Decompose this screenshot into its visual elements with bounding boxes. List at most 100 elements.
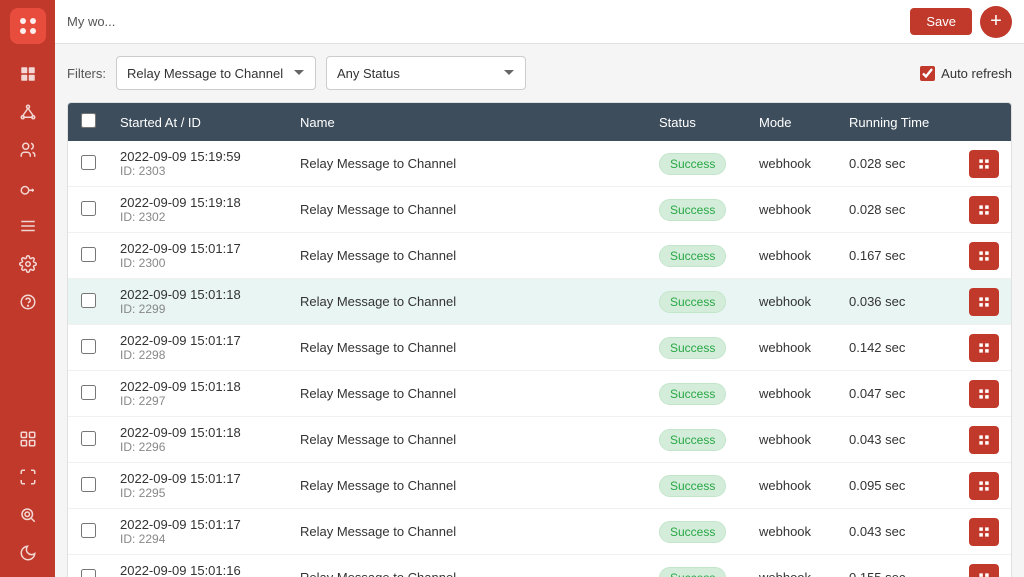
row-checkbox-cell[interactable] xyxy=(68,187,108,233)
row-action xyxy=(957,463,1011,509)
list-icon[interactable] xyxy=(12,210,44,242)
view-button[interactable] xyxy=(969,564,999,577)
row-started-at: 2022-09-09 15:01:17 ID: 2298 xyxy=(108,325,288,371)
table-row: 2022-09-09 15:01:17 ID: 2294 Relay Messa… xyxy=(68,509,1011,555)
grid-bottom-icon[interactable] xyxy=(12,423,44,455)
users-icon[interactable] xyxy=(12,134,44,166)
select-all-checkbox[interactable] xyxy=(81,113,96,128)
fullscreen-icon[interactable] xyxy=(12,461,44,493)
row-id: ID: 2296 xyxy=(120,440,276,454)
header-started-at: Started At / ID xyxy=(108,103,288,141)
row-action xyxy=(957,233,1011,279)
row-started-at: 2022-09-09 15:01:17 ID: 2294 xyxy=(108,509,288,555)
row-date: 2022-09-09 15:01:17 xyxy=(120,241,276,256)
row-status: Success xyxy=(647,417,747,463)
row-checkbox[interactable] xyxy=(81,569,96,577)
row-date: 2022-09-09 15:01:16 xyxy=(120,563,276,577)
row-status: Success xyxy=(647,279,747,325)
table-row: 2022-09-09 15:01:18 ID: 2299 Relay Messa… xyxy=(68,279,1011,325)
header-checkbox xyxy=(68,103,108,141)
view-button[interactable] xyxy=(969,288,999,316)
row-runtime: 0.167 sec xyxy=(837,233,957,279)
view-button[interactable] xyxy=(969,518,999,546)
view-button[interactable] xyxy=(969,472,999,500)
status-badge: Success xyxy=(659,475,726,497)
row-id: ID: 2303 xyxy=(120,164,276,178)
status-badge: Success xyxy=(659,245,726,267)
row-action xyxy=(957,325,1011,371)
row-checkbox[interactable] xyxy=(81,385,96,400)
row-checkbox[interactable] xyxy=(81,201,96,216)
row-started-at: 2022-09-09 15:01:18 ID: 2297 xyxy=(108,371,288,417)
status-badge: Success xyxy=(659,199,726,221)
row-checkbox-cell[interactable] xyxy=(68,417,108,463)
row-checkbox[interactable] xyxy=(81,477,96,492)
row-checkbox[interactable] xyxy=(81,247,96,262)
row-mode: webhook xyxy=(747,279,837,325)
view-button[interactable] xyxy=(969,150,999,178)
topbar: My wo... Save + xyxy=(55,0,1024,44)
row-status: Success xyxy=(647,187,747,233)
row-id: ID: 2300 xyxy=(120,256,276,270)
row-checkbox-cell[interactable] xyxy=(68,325,108,371)
row-checkbox-cell[interactable] xyxy=(68,141,108,187)
row-runtime: 0.155 sec xyxy=(837,555,957,577)
row-checkbox[interactable] xyxy=(81,293,96,308)
row-checkbox[interactable] xyxy=(81,339,96,354)
status-badge: Success xyxy=(659,291,726,313)
row-status: Success xyxy=(647,371,747,417)
view-button[interactable] xyxy=(969,380,999,408)
network-icon[interactable] xyxy=(12,96,44,128)
row-mode: webhook xyxy=(747,187,837,233)
settings-icon[interactable] xyxy=(12,248,44,280)
row-runtime: 0.043 sec xyxy=(837,417,957,463)
moon-icon[interactable] xyxy=(12,537,44,569)
row-checkbox-cell[interactable] xyxy=(68,509,108,555)
row-name: Relay Message to Channel xyxy=(288,325,647,371)
row-mode: webhook xyxy=(747,463,837,509)
row-checkbox-cell[interactable] xyxy=(68,233,108,279)
table-header-row: Started At / ID Name Status Mode Running… xyxy=(68,103,1011,141)
row-checkbox-cell[interactable] xyxy=(68,279,108,325)
row-mode: webhook xyxy=(747,325,837,371)
row-checkbox[interactable] xyxy=(81,155,96,170)
table-row: 2022-09-09 15:01:17 ID: 2298 Relay Messa… xyxy=(68,325,1011,371)
filters-label: Filters: xyxy=(67,66,106,81)
row-checkbox[interactable] xyxy=(81,431,96,446)
row-mode: webhook xyxy=(747,233,837,279)
row-runtime: 0.043 sec xyxy=(837,509,957,555)
row-mode: webhook xyxy=(747,371,837,417)
table-row: 2022-09-09 15:01:18 ID: 2296 Relay Messa… xyxy=(68,417,1011,463)
workflow-filter[interactable]: Relay Message to Channel All Workflows xyxy=(116,56,316,90)
view-button[interactable] xyxy=(969,334,999,362)
row-action xyxy=(957,279,1011,325)
row-started-at: 2022-09-09 15:01:18 ID: 2299 xyxy=(108,279,288,325)
row-runtime: 0.047 sec xyxy=(837,371,957,417)
row-checkbox-cell[interactable] xyxy=(68,371,108,417)
home-icon[interactable] xyxy=(12,58,44,90)
row-runtime: 0.028 sec xyxy=(837,187,957,233)
row-checkbox-cell[interactable] xyxy=(68,555,108,577)
view-button[interactable] xyxy=(969,196,999,224)
row-checkbox[interactable] xyxy=(81,523,96,538)
key-icon[interactable] xyxy=(12,172,44,204)
view-button[interactable] xyxy=(969,242,999,270)
status-badge: Success xyxy=(659,521,726,543)
auto-refresh-checkbox[interactable] xyxy=(920,66,935,81)
row-status: Success xyxy=(647,555,747,577)
logo[interactable] xyxy=(10,8,46,44)
row-mode: webhook xyxy=(747,509,837,555)
row-date: 2022-09-09 15:01:18 xyxy=(120,425,276,440)
row-name: Relay Message to Channel xyxy=(288,187,647,233)
row-id: ID: 2299 xyxy=(120,302,276,316)
row-started-at: 2022-09-09 15:01:18 ID: 2296 xyxy=(108,417,288,463)
add-button[interactable]: + xyxy=(980,6,1012,38)
view-button[interactable] xyxy=(969,426,999,454)
zoom-icon[interactable] xyxy=(12,499,44,531)
row-action xyxy=(957,141,1011,187)
row-id: ID: 2295 xyxy=(120,486,276,500)
row-checkbox-cell[interactable] xyxy=(68,463,108,509)
status-filter[interactable]: Any Status Success Failed Running xyxy=(326,56,526,90)
help-icon[interactable] xyxy=(12,286,44,318)
save-button[interactable]: Save xyxy=(910,8,972,35)
